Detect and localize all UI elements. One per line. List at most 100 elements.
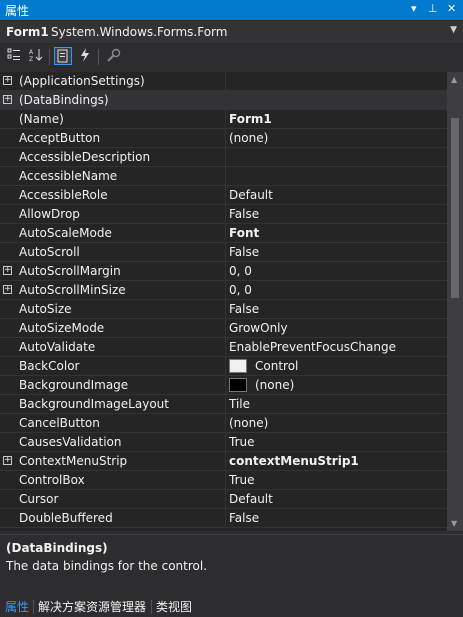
property-value[interactable]: Tile [229,397,250,411]
property-row[interactable]: + AutoScrollMargin 0, 0 [0,262,447,281]
property-row[interactable]: + ContextMenuStrip contextMenuStrip1 [0,452,447,471]
property-name: AutoScrollMinSize [19,283,126,297]
expand-icon[interactable]: + [3,456,12,465]
property-name: (DataBindings) [19,93,109,107]
properties-icon[interactable] [54,47,72,65]
tab-class-view[interactable]: 类视图 [156,598,192,615]
property-value[interactable]: 0, 0 [229,283,252,297]
property-row[interactable]: ControlBox True [0,471,447,490]
column-divider [225,281,226,300]
column-divider [225,338,226,357]
property-row[interactable]: AccessibleRole Default [0,186,447,205]
property-row[interactable]: BackgroundImageLayout Tile [0,395,447,414]
property-row[interactable]: + AutoScrollMinSize 0, 0 [0,281,447,300]
property-value[interactable]: False [229,511,259,525]
property-name: AutoScroll [19,245,80,259]
property-name: CausesValidation [19,435,122,449]
object-type: System.Windows.Forms.Form [51,25,228,39]
property-name: AutoScaleMode [19,226,112,240]
vertical-scrollbar[interactable]: ▲ ▼ [447,72,463,531]
property-value[interactable]: (none) [255,378,294,392]
property-name: (Name) [19,112,64,126]
color-swatch [229,359,247,373]
property-row[interactable]: AutoScaleMode Font [0,224,447,243]
column-divider [225,414,226,433]
dropdown-icon[interactable]: ▾ [411,2,417,15]
panel-titlebar: 属性 ▾ ⊥ ✕ [0,0,463,20]
property-name: CancelButton [19,416,100,430]
column-divider [225,433,226,452]
property-name: AutoValidate [19,340,96,354]
property-name: AutoSizeMode [19,321,105,335]
tab-properties[interactable]: 属性 [5,598,29,615]
property-value[interactable]: (none) [229,416,268,430]
property-row[interactable]: Cursor Default [0,490,447,509]
property-row[interactable]: AutoSizeMode GrowOnly [0,319,447,338]
expand-icon[interactable]: + [3,285,12,294]
object-selector[interactable]: Form1 System.Windows.Forms.Form ▼ [0,21,463,43]
column-divider [225,357,226,376]
expand-icon[interactable]: + [3,266,12,275]
property-row[interactable]: AutoValidate EnablePreventFocusChange [0,338,447,357]
property-row[interactable]: AcceptButton (none) [0,129,447,148]
panel-title: 属性 [5,4,30,18]
pin-icon[interactable]: ⊥ [428,2,438,15]
property-row[interactable]: CancelButton (none) [0,414,447,433]
scroll-down-icon[interactable]: ▼ [451,519,457,528]
column-divider [225,148,226,167]
property-value[interactable]: GrowOnly [229,321,288,335]
column-divider [225,509,226,528]
property-name: AccessibleDescription [19,150,151,164]
property-row[interactable]: + (ApplicationSettings) [0,72,447,91]
object-name: Form1 [6,25,49,39]
property-row[interactable]: AutoSize False [0,300,447,319]
property-value[interactable]: True [229,435,255,449]
column-divider [225,186,226,205]
property-pages-icon[interactable] [105,47,123,65]
alphabetical-icon[interactable]: AZ [27,47,45,65]
property-row[interactable]: CausesValidation True [0,433,447,452]
color-swatch [229,378,247,392]
property-value[interactable]: contextMenuStrip1 [229,454,359,468]
property-value[interactable]: Font [229,226,259,240]
property-value[interactable]: Control [255,359,298,373]
scroll-up-icon[interactable]: ▲ [451,75,457,84]
description-body: The data bindings for the control. [6,559,208,573]
column-divider [225,262,226,281]
events-icon[interactable] [76,47,94,65]
svg-text:Z: Z [29,56,33,63]
property-value[interactable]: Default [229,188,273,202]
property-value[interactable]: Form1 [229,112,272,126]
property-value[interactable]: 0, 0 [229,264,252,278]
property-value[interactable]: False [229,302,259,316]
property-row[interactable]: BackgroundImage (none) [0,376,447,395]
property-name: ContextMenuStrip [19,454,128,468]
tab-separator [151,600,152,614]
property-value[interactable]: False [229,207,259,221]
property-value[interactable]: True [229,473,255,487]
svg-text:A: A [29,49,34,56]
tab-solution-explorer[interactable]: 解决方案资源管理器 [38,598,146,615]
property-row[interactable]: + (DataBindings) [0,91,447,110]
expand-icon[interactable]: + [3,76,12,85]
property-row[interactable]: DoubleBuffered False [0,509,447,528]
property-row[interactable]: AllowDrop False [0,205,447,224]
property-row[interactable]: AccessibleDescription [0,148,447,167]
property-row[interactable]: AutoScroll False [0,243,447,262]
expand-icon[interactable]: + [3,95,12,104]
property-value[interactable]: EnablePreventFocusChange [229,340,396,354]
property-row[interactable]: AccessibleName [0,167,447,186]
toolbar-separator [98,49,99,65]
scrollbar-thumb[interactable] [451,118,459,298]
property-value[interactable]: Default [229,492,273,506]
property-value[interactable]: (none) [229,131,268,145]
categorized-icon[interactable] [5,47,23,65]
property-value[interactable]: False [229,245,259,259]
property-name: AutoScrollMargin [19,264,121,278]
property-row[interactable]: (Name) Form1 [0,110,447,129]
column-divider [225,319,226,338]
close-icon[interactable]: ✕ [447,2,456,15]
property-row[interactable]: BackColor Control [0,357,447,376]
chevron-down-icon[interactable]: ▼ [450,25,457,35]
property-name: AcceptButton [19,131,101,145]
